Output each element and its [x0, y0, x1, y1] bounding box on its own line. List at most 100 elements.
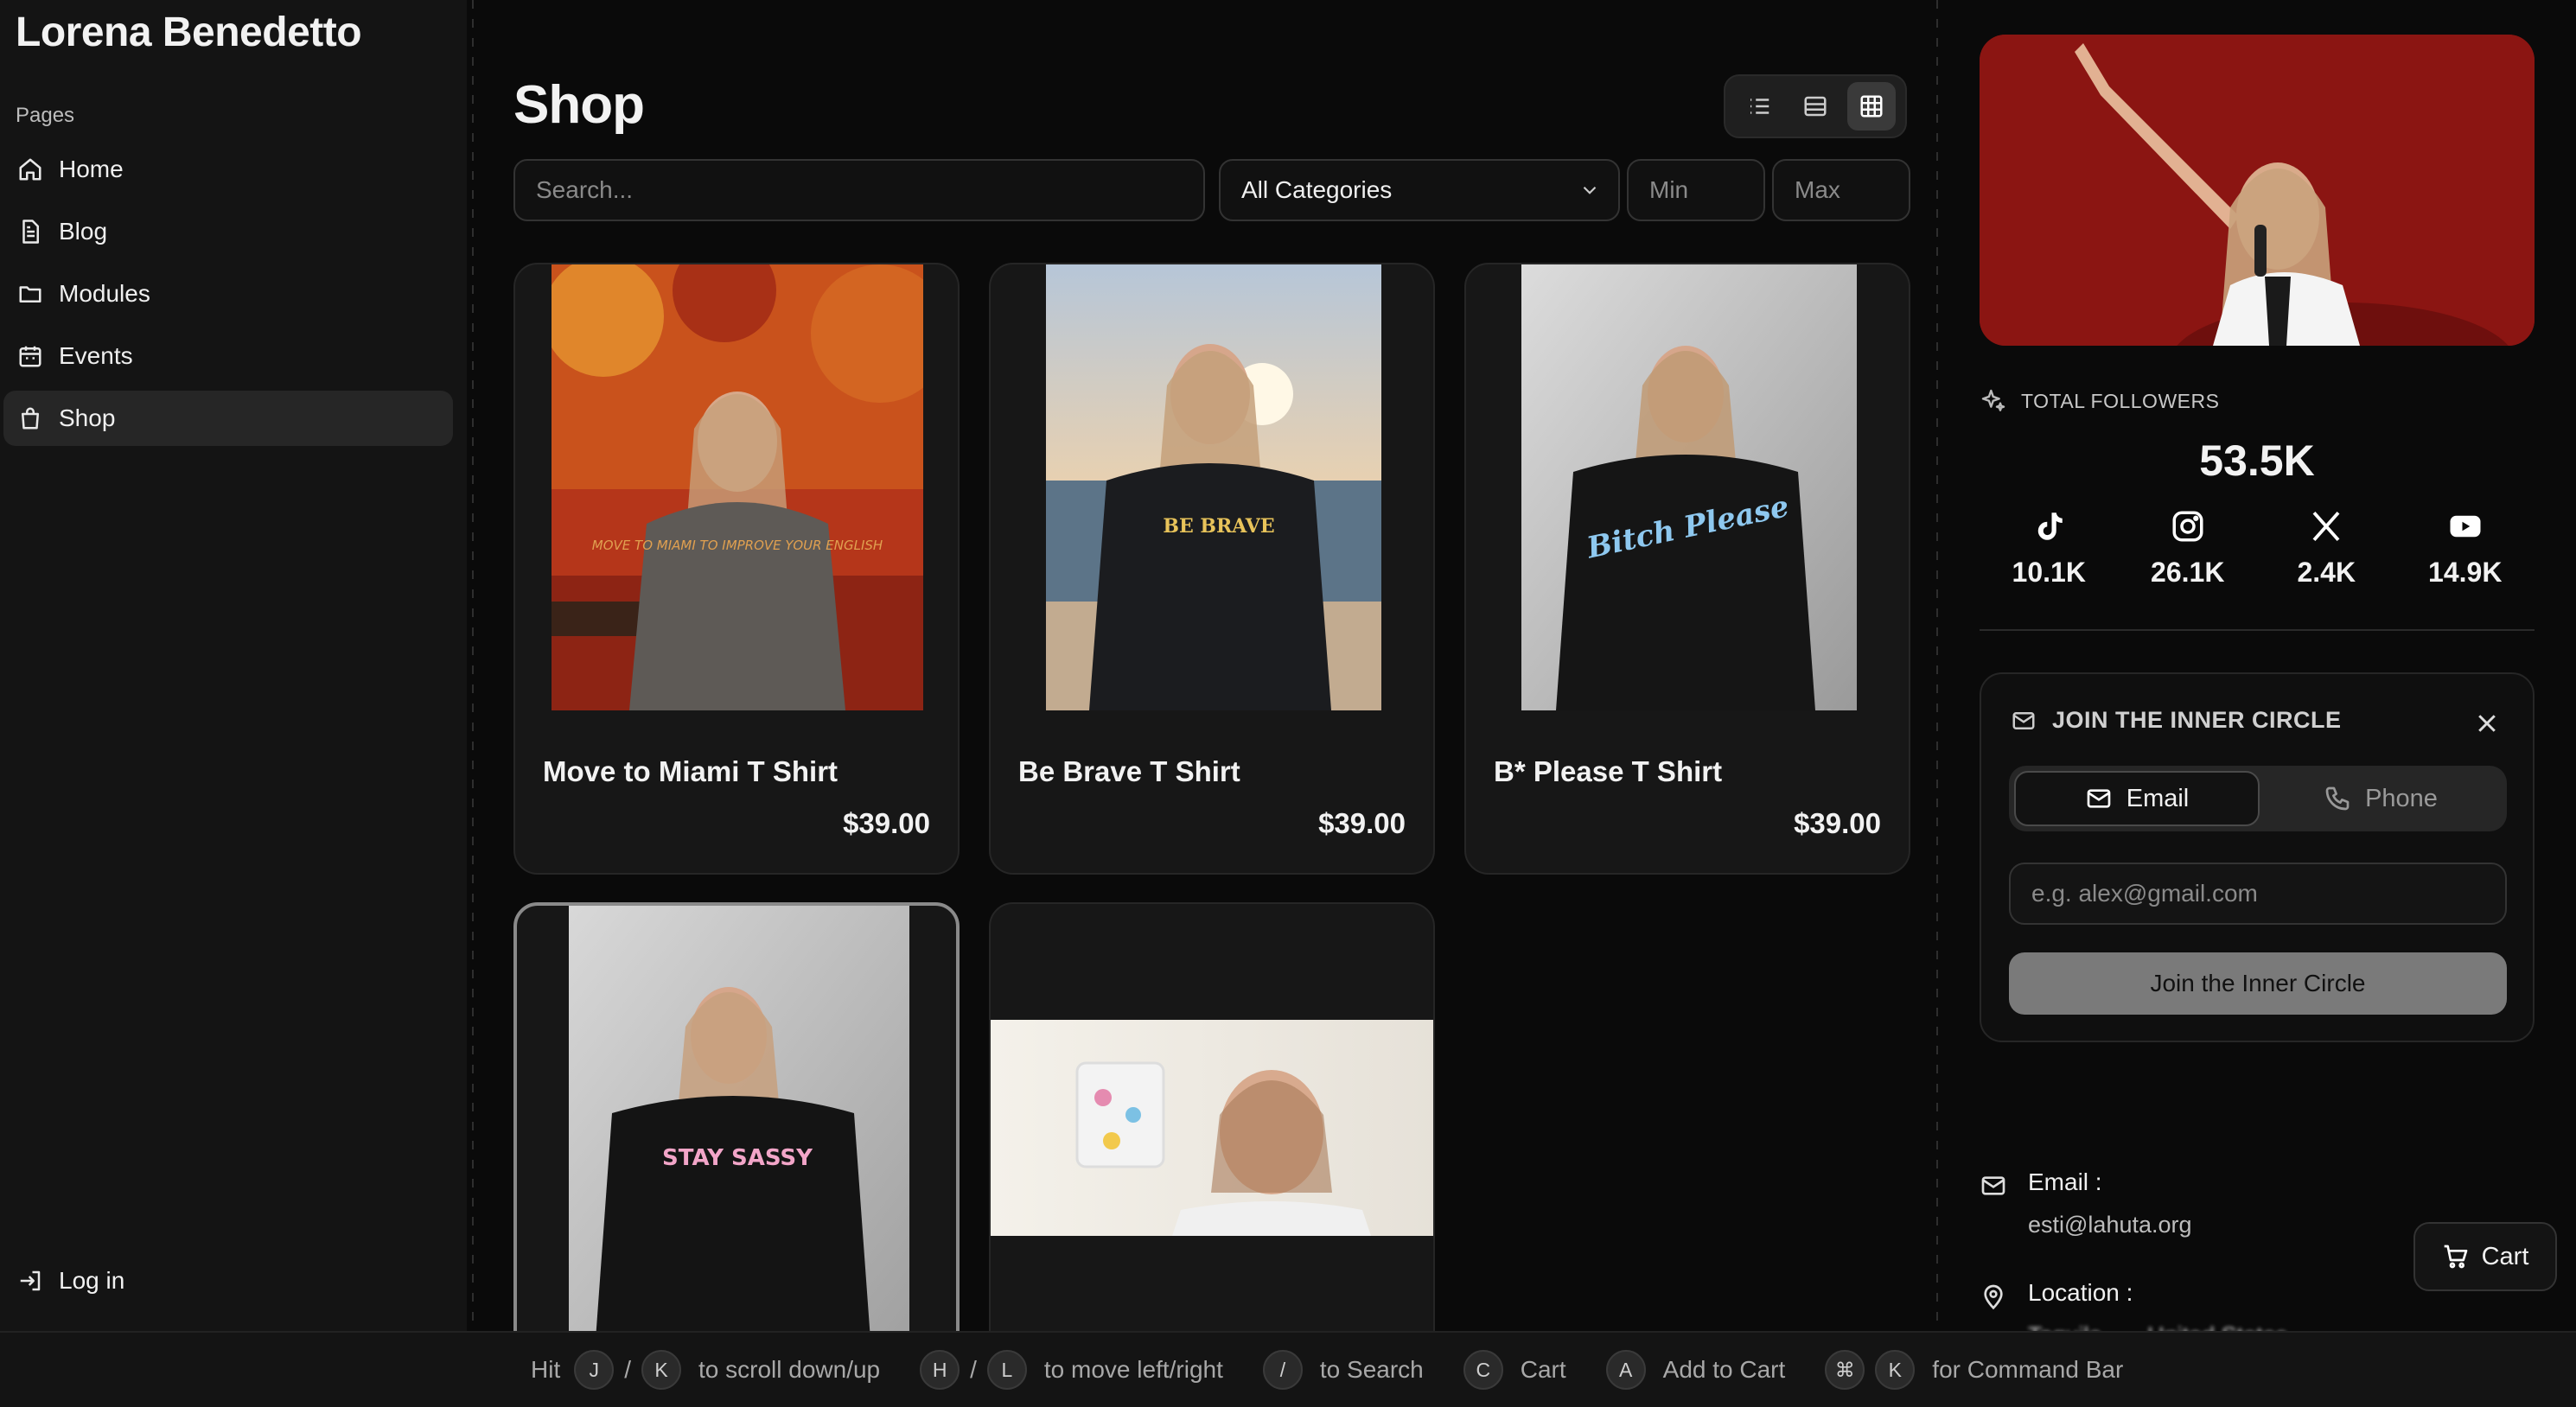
email-tab-label: Email — [2126, 784, 2190, 812]
sidebar-item-label: Blog — [59, 218, 108, 245]
shirt-print-text: STAY SASSY — [662, 1145, 813, 1171]
hero-image — [1980, 35, 2535, 346]
cart-button[interactable]: Cart — [2413, 1222, 2557, 1291]
sidebar-item-blog[interactable]: Blog — [3, 204, 453, 259]
slash-separator: / — [624, 1356, 632, 1383]
pages-section-label: Pages — [16, 104, 75, 127]
list-view-button[interactable] — [1735, 82, 1783, 131]
sidebar: Lorena Benedetto Pages Home Blog Modules… — [0, 0, 467, 1331]
calendar-icon — [19, 346, 41, 367]
key-slash: / — [1262, 1350, 1303, 1390]
product-name: Move to Miami T Shirt — [543, 755, 838, 787]
social-count: 2.4K — [2297, 557, 2356, 588]
category-select[interactable]: All Categories — [1219, 159, 1620, 221]
sidebar-nav: Home Blog Modules Events Shop — [3, 142, 453, 453]
shortcut-command-bar: ⌘ K for Command Bar — [1820, 1350, 2123, 1390]
product-price: $39.00 — [1794, 807, 1881, 839]
product-image: BE BRAVE — [1046, 264, 1381, 710]
product-card[interactable]: Bitch Please B* Please T Shirt $39.00 — [1464, 263, 1910, 875]
shortcut-hit-text: Hit — [531, 1356, 561, 1383]
product-name: Be Brave T Shirt — [1018, 755, 1240, 787]
sidebar-item-label: Events — [59, 342, 133, 369]
login-link[interactable]: Log in — [17, 1267, 124, 1295]
shortcut-text: to scroll down/up — [698, 1356, 881, 1383]
login-label: Log in — [59, 1267, 125, 1294]
product-card[interactable]: BE BRAVE Be Brave T Shirt $39.00 — [989, 263, 1435, 875]
shirt-print-text: MOVE TO MIAMI TO IMPROVE YOUR ENGLISH — [592, 538, 883, 553]
chevron-down-icon — [1583, 186, 1597, 194]
mail-icon — [1981, 1176, 2005, 1195]
key-a: A — [1605, 1350, 1646, 1390]
shortcut-move: H / L to move left/right — [915, 1350, 1223, 1390]
product-image: STAY SASSY — [569, 906, 909, 1331]
min-price-input[interactable] — [1649, 176, 1763, 204]
search-input[interactable] — [536, 176, 1203, 204]
tiktok-icon — [2038, 513, 2063, 540]
list-icon — [1750, 99, 1769, 114]
document-icon — [22, 220, 39, 244]
shortcut-text: Add to Cart — [1662, 1356, 1786, 1383]
brand-name[interactable]: Lorena Benedetto — [16, 9, 362, 56]
followers-total: 53.5K — [2199, 436, 2315, 485]
divider-line — [1936, 0, 1938, 1331]
product-card[interactable] — [989, 902, 1435, 1331]
shortcut-search: / to Search — [1258, 1350, 1424, 1390]
shop-main: Shop All Categories — [484, 0, 1919, 1331]
shortcut-text: for Command Bar — [1932, 1356, 2124, 1383]
social-stat-instagram[interactable]: 26.1K — [2123, 508, 2253, 589]
social-count: 26.1K — [2151, 557, 2225, 588]
close-icon[interactable] — [2474, 710, 2500, 736]
shortcut-scroll: Hit J / K to scroll down/up — [531, 1350, 880, 1390]
product-card[interactable]: STAY SASSY — [513, 902, 960, 1331]
sidebar-item-home[interactable]: Home — [3, 142, 453, 197]
social-stat-tiktok[interactable]: 10.1K — [1984, 508, 2114, 589]
social-count: 10.1K — [2012, 557, 2086, 588]
followers-label: TOTAL FOLLOWERS — [1980, 387, 2219, 415]
product-image: MOVE TO MIAMI TO IMPROVE YOUR ENGLISH — [552, 264, 923, 710]
sidebar-item-events[interactable]: Events — [3, 328, 453, 384]
grid-view-button[interactable] — [1847, 82, 1897, 131]
performer-photo — [1980, 35, 2535, 346]
sidebar-item-label: Shop — [59, 404, 116, 431]
category-select-value: All Categories — [1241, 176, 1393, 203]
shortcut-text: to move left/right — [1043, 1356, 1223, 1383]
product-name: B* Please T Shirt — [1494, 755, 1723, 787]
sidebar-item-modules[interactable]: Modules — [3, 266, 453, 322]
location-pin-icon — [1984, 1284, 2003, 1310]
view-mode-toggle — [1724, 74, 1907, 138]
key-k: K — [641, 1350, 682, 1390]
page-title: Shop — [513, 75, 645, 135]
instagram-icon — [2172, 511, 2203, 542]
app: Lorena Benedetto Pages Home Blog Modules… — [0, 0, 2576, 1407]
keyboard-shortcuts-bar: Hit J / K to scroll down/up H / L to mov… — [0, 1331, 2576, 1407]
key-j: J — [574, 1350, 615, 1390]
contact-email: Email : esti@lahuta.org — [1980, 1168, 2192, 1238]
followers-label-text: TOTAL FOLLOWERS — [2021, 389, 2220, 412]
home-icon — [19, 158, 41, 181]
sidebar-item-label: Modules — [59, 280, 150, 307]
youtube-icon — [2450, 515, 2481, 538]
mail-icon — [2012, 711, 2035, 729]
social-stat-x[interactable]: 2.4K — [2261, 508, 2391, 589]
email-input[interactable] — [2031, 880, 2505, 907]
max-price-input[interactable] — [1795, 176, 1909, 204]
product-card[interactable]: MOVE TO MIAMI TO IMPROVE YOUR ENGLISH Mo… — [513, 263, 960, 875]
key-h: H — [920, 1350, 960, 1390]
contact-email-value[interactable]: esti@lahuta.org — [2028, 1212, 2192, 1238]
product-price: $39.00 — [843, 807, 930, 839]
rows-view-button[interactable] — [1791, 82, 1840, 131]
phone-tab-label: Phone — [2365, 784, 2438, 812]
phone-tab[interactable]: Phone — [2260, 771, 2502, 826]
sidebar-item-shop[interactable]: Shop — [3, 391, 453, 446]
product-image — [991, 1020, 1433, 1236]
contact-location: Location : Tequila ... , United States — [1980, 1279, 2287, 1331]
join-inner-circle-button[interactable]: Join the Inner Circle — [2009, 952, 2507, 1015]
grid-icon — [1860, 95, 1883, 118]
shirt-print-text: BE BRAVE — [1163, 515, 1274, 538]
max-price-field — [1772, 159, 1910, 221]
key-command: ⌘ — [1825, 1350, 1865, 1390]
email-tab[interactable]: Email — [2014, 771, 2260, 826]
phone-icon — [2325, 786, 2350, 811]
social-stats: 10.1K 26.1K 2.4K 14.9K — [1980, 508, 2535, 589]
social-stat-youtube[interactable]: 14.9K — [2401, 508, 2530, 589]
